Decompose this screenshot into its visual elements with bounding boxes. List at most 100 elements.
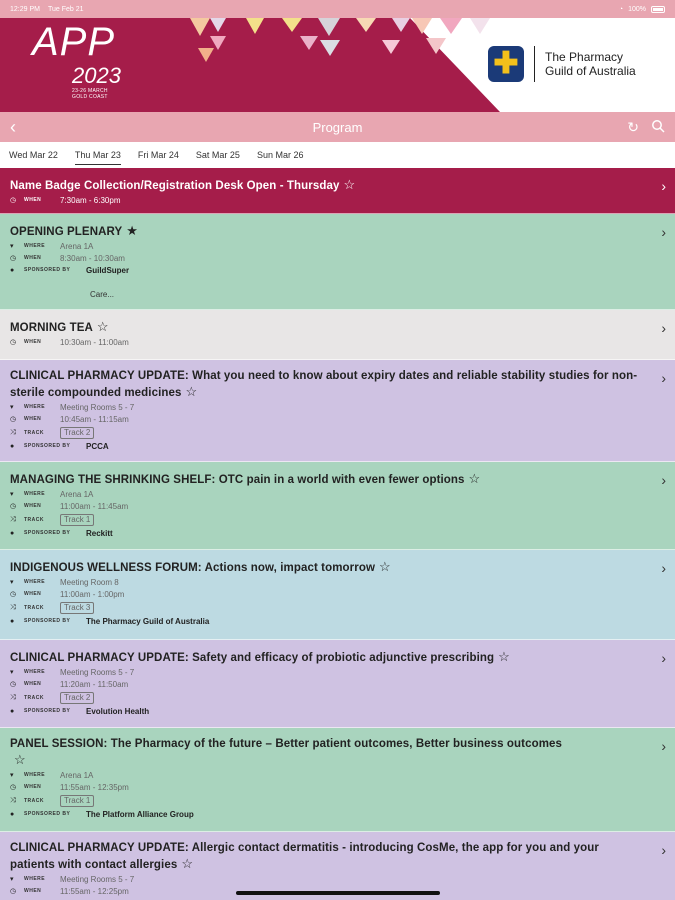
info-icon: ●	[10, 810, 15, 818]
where-row: ▾ WHERE Meeting Rooms 5 - 7	[10, 874, 135, 884]
when-row: ◷ WHEN 7:30am - 6:30pm	[10, 195, 121, 205]
sponsor-row: ● SPONSORED BY Evolution Health	[10, 706, 150, 716]
session-shrinking-shelf[interactable]: MANAGING THE SHRINKING SHELF: OTC pain i…	[0, 462, 675, 550]
session-title: INDIGENOUS WELLNESS FORUM: Actions now, …	[10, 562, 375, 574]
sponsor-row: ● SPONSORED BY The Platform Alliance Gro…	[10, 809, 194, 819]
session-registration[interactable]: Name Badge Collection/Registration Desk …	[0, 168, 675, 214]
session-title: MANAGING THE SHRINKING SHELF: OTC pain i…	[10, 474, 465, 486]
shuffle-icon: ⤨	[10, 515, 16, 523]
session-indigenous-wellness[interactable]: INDIGENOUS WELLNESS FORUM: Actions now, …	[0, 550, 675, 640]
when-row: ◷ WHEN 10:30am - 11:00am	[10, 337, 129, 347]
session-panel-future[interactable]: PANEL SESSION: The Pharmacy of the futur…	[0, 728, 675, 832]
info-icon: ●	[10, 617, 15, 625]
session-clinical-probiotic[interactable]: CLINICAL PHARMACY UPDATE: Safety and eff…	[0, 640, 675, 728]
track-row: ⤨ TRACK Track 2	[10, 690, 645, 705]
chevron-right-icon: ›	[661, 650, 666, 666]
shuffle-icon: ⤨	[10, 796, 16, 804]
when-row: ◷ WHEN 10:45am - 11:15am	[10, 414, 129, 424]
tab-fri-mar-24[interactable]: Fri Mar 24	[138, 146, 179, 164]
session-opening-plenary[interactable]: OPENING PLENARY ★ ▾ WHERE Arena 1A ◷ WHEN…	[0, 214, 675, 310]
session-title: CLINICAL PHARMACY UPDATE: Safety and eff…	[10, 652, 495, 664]
chevron-right-icon: ›	[661, 560, 666, 576]
favorite-star-icon[interactable]: ☆	[186, 384, 198, 399]
track-badge: Track 2	[60, 691, 95, 704]
status-time: 12:29 PM	[10, 5, 40, 13]
where-row: ▾ WHERE Arena 1A	[10, 770, 94, 780]
favorite-star-icon[interactable]: ☆	[379, 559, 391, 574]
chevron-right-icon: ›	[661, 178, 666, 194]
sponsor-row: ● SPONSORED BY Reckitt	[10, 528, 113, 538]
sponsor-row: ● SPONSORED BY The Pharmacy Guild of Aus…	[10, 616, 210, 626]
favorite-star-icon[interactable]: ☆	[97, 319, 109, 334]
location-pin-icon: ▾	[10, 876, 14, 883]
track-row: ⤨ TRACK Track 3	[10, 600, 645, 615]
chevron-right-icon: ›	[661, 370, 666, 386]
track-row: ⤨ TRACK Track 2	[10, 425, 645, 440]
session-clinical-expiry[interactable]: CLINICAL PHARMACY UPDATE: What you need …	[0, 360, 675, 462]
guild-cross-icon: ✚	[488, 46, 524, 82]
tab-sun-mar-26[interactable]: Sun Mar 26	[257, 146, 304, 164]
session-list: Name Badge Collection/Registration Desk …	[0, 168, 675, 900]
clock-icon: ◷	[10, 416, 17, 423]
where-row: ▾ WHERE Meeting Rooms 5 - 7	[10, 402, 135, 412]
nav-bar: ‹ Program ↻	[0, 112, 675, 142]
status-date: Tue Feb 21	[47, 5, 84, 13]
home-indicator[interactable]	[236, 891, 440, 895]
favorite-star-icon[interactable]: ☆	[14, 752, 26, 767]
favorite-star-filled-icon[interactable]: ★	[126, 223, 138, 238]
favorite-star-icon[interactable]: ☆	[181, 856, 193, 871]
info-icon: ●	[10, 707, 15, 715]
chevron-right-icon: ›	[661, 224, 666, 240]
event-location: GOLD COAST	[72, 94, 108, 100]
when-row: ◷ WHEN 11:00am - 11:45am	[10, 501, 129, 511]
info-icon: ●	[10, 442, 15, 450]
clock-icon: ◷	[10, 591, 17, 598]
battery-level: 100%	[628, 5, 646, 13]
shuffle-icon: ⤨	[10, 693, 16, 701]
track-badge: Track 1	[60, 513, 95, 526]
shuffle-icon: ⤨	[10, 428, 16, 436]
location-pin-icon: ▾	[10, 491, 14, 498]
clock-icon: ◷	[10, 681, 17, 688]
session-title: MORNING TEA	[10, 322, 93, 334]
location-pin-icon: ▾	[10, 243, 14, 250]
tab-thu-mar-23[interactable]: Thu Mar 23	[74, 146, 121, 165]
info-icon: ●	[10, 529, 15, 537]
battery-icon	[651, 5, 665, 13]
app-2023-logo: APP 2023 23-26 MARCH GOLD COAST	[32, 22, 121, 100]
chevron-right-icon: ›	[661, 738, 666, 754]
tab-sat-mar-25[interactable]: Sat Mar 25	[196, 146, 240, 164]
favorite-star-icon[interactable]: ☆	[469, 471, 481, 486]
info-icon: ●	[10, 266, 15, 274]
clock-icon: ◷	[10, 888, 17, 895]
chevron-right-icon: ›	[661, 472, 666, 488]
favorite-star-icon[interactable]: ☆	[343, 177, 355, 192]
location-pin-icon: ▾	[10, 579, 14, 586]
wifi-icon: ◔	[618, 5, 624, 13]
session-morning-tea[interactable]: MORNING TEA ☆ ◷ WHEN 10:30am - 11:00am ›	[0, 310, 675, 360]
when-row: ◷ WHEN 8:30am - 10:30am	[10, 253, 125, 263]
conference-banner: APP 2023 23-26 MARCH GOLD COAST ✚ The Ph…	[0, 18, 675, 112]
search-icon[interactable]	[651, 119, 665, 133]
status-bar: 12:29 PM Tue Feb 21 ◔ 100%	[0, 0, 675, 18]
where-row: ▾ WHERE Meeting Room 8	[10, 577, 119, 587]
clock-icon: ◷	[10, 255, 17, 262]
refresh-icon[interactable]: ↻	[627, 119, 639, 136]
session-title: Name Badge Collection/Registration Desk …	[10, 180, 340, 192]
clock-icon: ◷	[10, 503, 17, 510]
chevron-right-icon: ›	[661, 320, 666, 336]
shuffle-icon: ⤨	[10, 603, 16, 611]
location-pin-icon: ▾	[10, 669, 14, 676]
where-row: ▾ WHERE Meeting Rooms 5 - 7	[10, 667, 135, 677]
track-badge: Track 1	[60, 794, 95, 807]
favorite-star-icon[interactable]: ☆	[498, 649, 510, 664]
where-row: ▾ WHERE Arena 1A	[10, 241, 94, 251]
back-chevron-icon[interactable]: ‹	[10, 118, 16, 136]
tab-wed-mar-22[interactable]: Wed Mar 22	[9, 146, 58, 164]
when-row: ◷ WHEN 11:00am - 1:00pm	[10, 589, 125, 599]
clock-icon: ◷	[10, 784, 17, 791]
track-badge: Track 2	[60, 426, 95, 439]
session-clinical-allergic[interactable]: CLINICAL PHARMACY UPDATE: Allergic conta…	[0, 832, 675, 900]
session-title: CLINICAL PHARMACY UPDATE: What you need …	[10, 370, 638, 399]
clock-icon: ◷	[10, 197, 17, 204]
